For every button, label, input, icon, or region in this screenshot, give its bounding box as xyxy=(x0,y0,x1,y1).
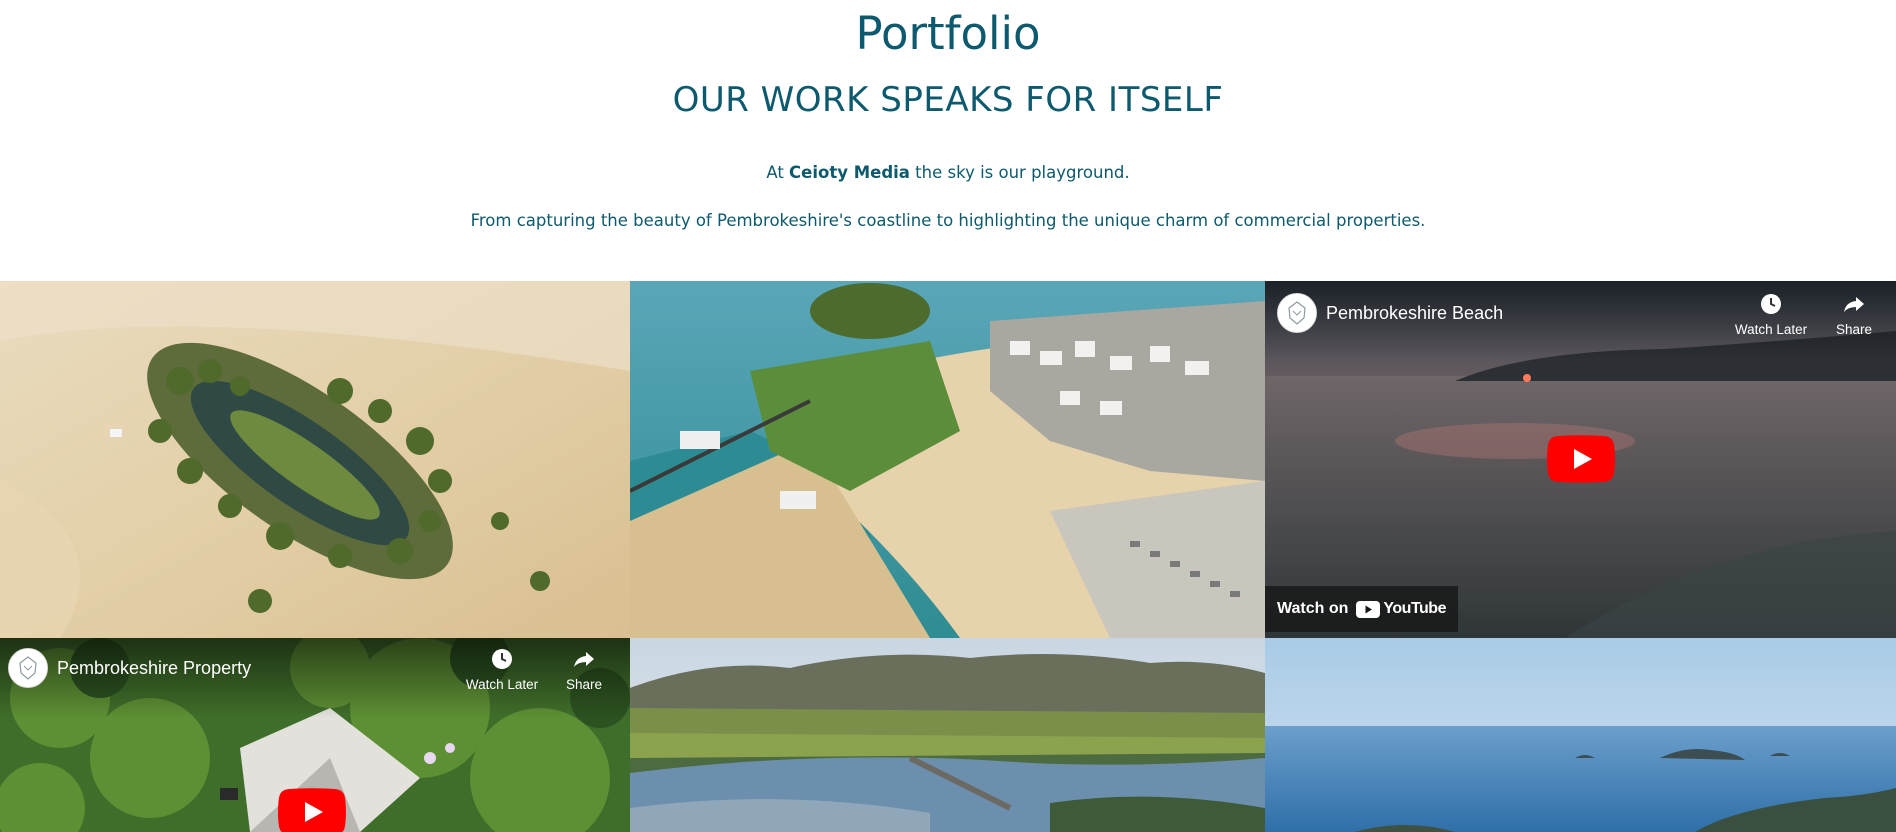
share-button[interactable]: Share xyxy=(1829,292,1879,338)
page-subtitle: OUR WORK SPEAKS FOR ITSELF xyxy=(672,80,1224,120)
intro-prefix: At xyxy=(766,163,790,182)
gallery-image-tenby[interactable] xyxy=(630,281,1265,638)
estuary-photo xyxy=(630,638,1265,832)
youtube-logo-icon xyxy=(1356,600,1381,618)
youtube-play-icon[interactable] xyxy=(1547,435,1615,483)
watch-later-label: Watch Later xyxy=(465,677,539,692)
clock-icon xyxy=(492,649,512,669)
tenby-photo xyxy=(630,281,1265,638)
watch-later-button[interactable]: Watch Later xyxy=(1731,292,1811,338)
portfolio-header: Portfolio OUR WORK SPEAKS FOR ITSELF At … xyxy=(0,0,1896,281)
video-embed-beach[interactable]: Pembrokeshire Beach Watch Later Share Wa… xyxy=(1265,281,1896,638)
page-title: Portfolio xyxy=(855,7,1041,60)
youtube-logo: YouTube xyxy=(1356,600,1446,618)
share-button[interactable]: Share xyxy=(559,647,609,693)
share-arrow-icon xyxy=(1844,297,1864,312)
lion-logo-icon xyxy=(19,656,37,680)
sea-islands-photo xyxy=(1265,638,1896,832)
dunes-photo xyxy=(0,281,630,638)
youtube-wordmark: YouTube xyxy=(1383,600,1446,617)
watch-later-button[interactable]: Watch Later xyxy=(462,647,542,693)
share-label: Share xyxy=(1835,322,1873,337)
description-text: From capturing the beauty of Pembrokeshi… xyxy=(470,211,1426,230)
share-label: Share xyxy=(565,677,603,692)
channel-avatar[interactable] xyxy=(1277,293,1317,333)
intro-text: At Ceioty Media the sky is our playgroun… xyxy=(0,161,1896,185)
lion-logo-icon xyxy=(1288,301,1306,325)
intro-suffix: the sky is our playground. xyxy=(909,163,1130,182)
watch-on-youtube-button[interactable]: Watch on YouTube xyxy=(1265,586,1458,632)
portfolio-gallery: Pembrokeshire Beach Watch Later Share Wa… xyxy=(0,281,1896,832)
video-title[interactable]: Pembrokeshire Beach xyxy=(1326,302,1503,324)
share-arrow-icon xyxy=(574,652,594,667)
gallery-image-sea[interactable] xyxy=(1265,638,1896,832)
channel-avatar[interactable] xyxy=(8,648,48,688)
youtube-play-icon[interactable] xyxy=(278,788,346,832)
watch-on-label: Watch on xyxy=(1277,600,1349,617)
brand-name: Ceioty Media xyxy=(789,163,910,182)
video-embed-property[interactable]: Pembrokeshire Property Watch Later Share xyxy=(0,638,630,832)
watch-later-label: Watch Later xyxy=(1734,322,1808,337)
gallery-image-estuary[interactable] xyxy=(630,638,1265,832)
clock-icon xyxy=(1761,294,1781,314)
video-title[interactable]: Pembrokeshire Property xyxy=(57,657,251,679)
gallery-image-dunes[interactable] xyxy=(0,281,630,638)
